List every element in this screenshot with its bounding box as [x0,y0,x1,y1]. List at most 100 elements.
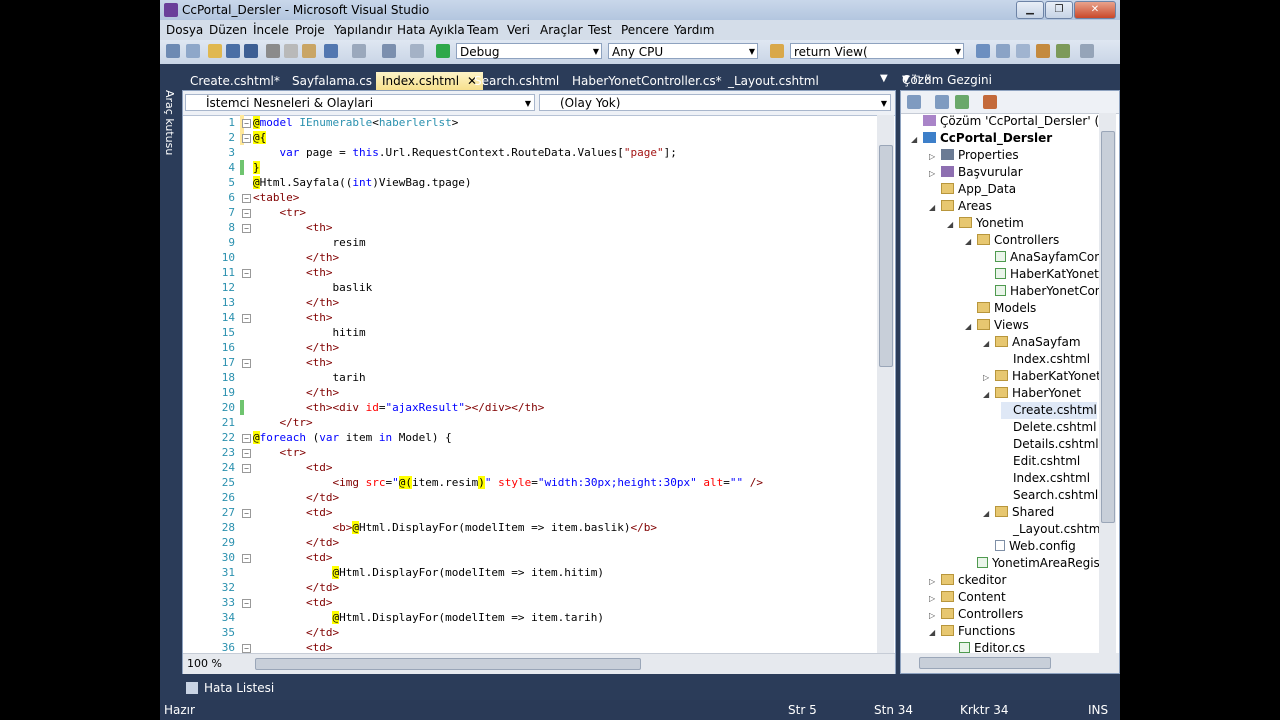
collapse-icon[interactable]: − [242,269,251,278]
collapse-icon[interactable]: − [242,599,251,608]
expand-arrow-icon[interactable]: ◢ [947,216,959,233]
code-line[interactable]: 23− <tr> [183,445,877,460]
tree-item[interactable]: Search.cshtml [1001,487,1098,504]
collapse-icon[interactable]: − [242,209,251,218]
pin-close-icons[interactable]: ▼ ⊓ ✕ [902,70,1116,90]
code-line[interactable]: 14− <th> [183,310,877,325]
menu-item[interactable]: Test [588,23,612,37]
code-line[interactable]: 34 @Html.DisplayFor(modelItem => item.ta… [183,610,877,625]
expand-arrow-icon[interactable]: ◢ [983,386,995,403]
horizontal-scroll-thumb[interactable] [255,658,641,670]
menu-item[interactable]: Pencere [621,23,669,37]
code-line[interactable]: 28 <b>@Html.DisplayFor(modelItem => item… [183,520,877,535]
navigate-backward-icon[interactable] [382,44,396,58]
document-tab[interactable]: Search.cshtml [468,72,565,90]
tree-item[interactable]: ◢ CcPortal_Dersler [911,130,1052,147]
code-line[interactable]: 32 </td> [183,580,877,595]
solution-explorer-vertical-scrollbar[interactable] [1099,113,1116,653]
code-line[interactable]: 17− <th> [183,355,877,370]
code-line[interactable]: 22− @foreach (var item in Model) { [183,430,877,445]
object-browser-icon[interactable] [1016,44,1030,58]
tree-item[interactable]: ◢ Controllers [965,232,1059,249]
expand-arrow-icon[interactable]: ◢ [911,131,923,148]
code-line[interactable]: 33− <td> [183,595,877,610]
code-line[interactable]: 25 <img src="@(item.resim)" style="width… [183,475,877,490]
solution-configuration-dropdown[interactable]: Debug ▼ [456,43,602,59]
menu-item[interactable]: Dosya [166,23,203,37]
tree-item[interactable]: Models [965,300,1036,317]
editor-vertical-scrollbar[interactable] [877,115,894,653]
collapse-icon[interactable]: − [242,554,251,563]
menu-item[interactable]: İncele [253,23,289,37]
tree-item[interactable]: Index.cshtml [1001,470,1090,487]
tree-item[interactable]: AnaSayfamController.cs [983,249,1099,266]
properties-icon[interactable] [907,95,921,109]
code-line[interactable]: 15 hitim [183,325,877,340]
solution-platform-dropdown[interactable]: Any CPU ▼ [608,43,758,59]
expand-arrow-icon[interactable]: ▷ [929,607,941,624]
copy-icon[interactable] [284,44,298,58]
tree-item[interactable]: YonetimAreaRegistration.cs [965,555,1099,572]
code-line[interactable]: 1− @model IEnumerable<haberlerlst> [183,115,877,130]
tree-item[interactable]: ◢ Views [965,317,1029,334]
redo-icon[interactable] [352,44,366,58]
tree-item[interactable]: ◢ Shared [983,504,1054,521]
code-line[interactable]: 8− <th> [183,220,877,235]
collapse-icon[interactable]: − [242,194,251,203]
expand-arrow-icon[interactable]: ▷ [929,590,941,607]
tab-list-dropdown-icon[interactable]: ▼ [880,73,888,84]
collapse-icon[interactable]: − [242,449,251,458]
add-item-icon[interactable] [186,44,200,58]
refresh-icon[interactable] [955,95,969,109]
properties-window-icon[interactable] [996,44,1010,58]
error-list-tab[interactable]: Hata Listesi [186,678,274,698]
code-line[interactable]: 18 tarih [183,370,877,385]
code-line[interactable]: 13 </th> [183,295,877,310]
code-line[interactable]: 3 var page = this.Url.RequestContext.Rou… [183,145,877,160]
collapse-icon[interactable]: − [242,434,251,443]
expand-arrow-icon[interactable]: ▷ [983,369,995,386]
solution-explorer-icon[interactable] [976,44,990,58]
document-tab[interactable]: Create.cshtml* [184,72,286,90]
collapse-icon[interactable]: − [242,644,251,653]
tree-item[interactable]: Create.cshtml [1001,402,1097,419]
expand-arrow-icon[interactable]: ▷ [929,165,941,182]
menu-item[interactable]: Yapılandır [334,23,392,37]
tree-item[interactable]: Details.cshtml [1001,436,1099,453]
code-line[interactable]: 20 <th><div id="ajaxResult"></div></th> [183,400,877,415]
code-line[interactable]: 35 </td> [183,625,877,640]
code-text-area[interactable]: 1− @model IEnumerable<haberlerlst> 2− @{3 v… [183,115,877,653]
code-line[interactable]: 31 @Html.DisplayFor(modelItem => item.hi… [183,565,877,580]
scroll-thumb[interactable] [1101,131,1115,523]
menu-item[interactable]: Veri [507,23,530,37]
collapse-icon[interactable]: − [242,134,251,143]
collapse-icon[interactable]: − [242,509,251,518]
menu-item[interactable]: Proje [295,23,325,37]
tree-item[interactable]: HaberKatYonetController.cs [983,266,1099,283]
tree-item[interactable]: Index.cshtml [1001,351,1090,368]
tree-item[interactable]: Web.config [983,538,1076,555]
more-tools-icon[interactable] [1080,44,1094,58]
tree-item[interactable]: ◢ AnaSayfam [983,334,1081,351]
expand-arrow-icon[interactable]: ◢ [929,199,941,216]
client-objects-dropdown[interactable]: İstemci Nesneleri & Olaylari ▼ [185,94,535,111]
expand-arrow-icon[interactable]: ◢ [965,318,977,335]
code-line[interactable]: 16 </th> [183,340,877,355]
start-page-icon[interactable] [1056,44,1070,58]
tree-item[interactable]: ◢ Areas [929,198,992,215]
expand-arrow-icon[interactable]: ◢ [965,233,977,250]
cut-icon[interactable] [266,44,280,58]
horizontal-scroll-thumb[interactable] [919,657,1051,669]
code-line[interactable]: 30− <td> [183,550,877,565]
code-line[interactable]: 26 </td> [183,490,877,505]
open-file-icon[interactable] [208,44,222,58]
scroll-thumb[interactable] [879,145,893,367]
expand-arrow-icon[interactable]: ▷ [929,573,941,590]
collapse-icon[interactable]: − [242,464,251,473]
tree-item[interactable]: ◢ HaberYonet [983,385,1081,402]
menu-item[interactable]: Düzen [209,23,247,37]
tree-item[interactable]: ▷ ckeditor [929,572,1006,589]
maximize-button[interactable]: ❐ [1045,1,1073,19]
code-line[interactable]: 19 </th> [183,385,877,400]
tree-item[interactable]: ▷ Content [929,589,1006,606]
